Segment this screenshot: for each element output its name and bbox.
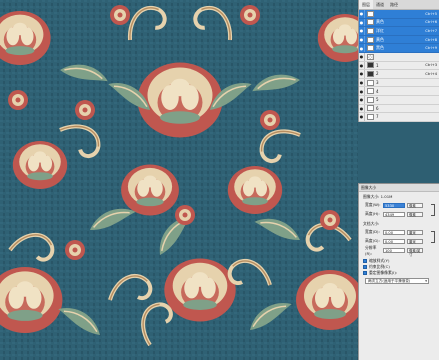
pixel-height-label: 高度(H): (365, 211, 380, 216)
resolution-row: 分辨率(R): 100 像素/英寸 (365, 244, 423, 257)
channel-shortcut: Ctrl+9 (425, 46, 437, 51)
doc-size-label: 文档大小: (363, 221, 380, 226)
resolution-unit[interactable]: 像素/英寸 (407, 247, 423, 257)
channel-row[interactable]: ● 2 Ctrl+4 (359, 70, 439, 79)
pixel-link-icon (431, 204, 435, 216)
eye-icon[interactable]: ● (359, 10, 365, 18)
channel-row[interactable]: ● (359, 52, 439, 62)
channel-name: 黄色 (376, 36, 384, 42)
scale-styles-checkbox[interactable] (363, 259, 367, 263)
resample-checkbox[interactable] (363, 271, 367, 275)
doc-width-row: 宽度(D): 0.00 厘米 (365, 229, 423, 235)
channel-shortcut: Ctrl+7 (425, 28, 437, 33)
eye-icon[interactable]: ● (359, 61, 365, 70)
doc-height-label: 高度(G): (365, 238, 380, 243)
doc-width-input[interactable]: 0.00 (383, 229, 405, 235)
channel-row[interactable]: ● 7 (359, 113, 439, 122)
channel-thumbnail (367, 53, 374, 60)
channel-thumbnail (367, 113, 374, 120)
channel-name: 黑色 (376, 45, 384, 51)
channels-panel: 图层 通道 路径 ● Ctrl+5 ● 黄色 Ctrl+6 ● 洋红 Ctrl+7 ● 黄色 Ctr… (358, 0, 439, 122)
channel-name: 7 (376, 114, 379, 120)
doc-width-label: 宽度(D): (365, 229, 380, 234)
channel-name: 4 (376, 88, 379, 94)
channel-row[interactable]: ● 黄色 Ctrl+6 (359, 18, 439, 28)
doc-height-row: 高度(G): 0.00 厘米 (365, 238, 423, 244)
channel-name: 洋红 (376, 27, 384, 33)
channel-thumbnail (367, 36, 374, 43)
doc-link-icon (431, 231, 435, 243)
channel-list: ● Ctrl+5 ● 黄色 Ctrl+6 ● 洋红 Ctrl+7 ● 黄色 Ctrl+8 ● 黑色 Ctr… (359, 10, 439, 122)
channel-thumbnail (367, 96, 374, 103)
channel-shortcut: Ctrl+4 (425, 71, 437, 76)
tab-layers[interactable]: 图层 (359, 0, 373, 9)
channel-thumbnail (367, 62, 374, 69)
pixel-width-row: 宽度(W): 5330 像素 (365, 202, 423, 208)
resample-method-value: 两次立方(适用于平滑渐变) (368, 279, 411, 283)
channel-thumbnail (367, 19, 374, 26)
eye-icon[interactable]: ● (359, 44, 365, 52)
channel-name: 1 (376, 62, 379, 68)
channel-name: 黄色 (376, 19, 384, 25)
channel-shortcut: Ctrl+5 (425, 11, 437, 16)
eye-icon[interactable]: ● (359, 18, 365, 27)
channel-thumbnail (367, 70, 374, 77)
channel-thumbnail (367, 27, 374, 34)
document-canvas[interactable] (0, 0, 358, 360)
image-size-dialog: 图像大小 图像大小: 1.01M 宽度(W): 5330 像素 高度(H): 4… (358, 183, 439, 360)
tab-channels[interactable]: 通道 (373, 0, 387, 9)
constrain-checkbox[interactable] (363, 265, 367, 269)
channel-thumbnail (367, 88, 374, 95)
channel-name: 3 (376, 80, 379, 86)
dialog-title: 图像大小 (359, 184, 439, 192)
eye-icon[interactable]: ● (359, 95, 365, 104)
tab-paths[interactable]: 路径 (387, 0, 401, 9)
eye-icon[interactable]: ● (359, 70, 365, 78)
channel-row[interactable]: ● 4 (359, 87, 439, 96)
channel-thumbnail (367, 10, 374, 17)
eye-icon[interactable]: ● (359, 52, 365, 61)
channel-thumbnail (367, 79, 374, 86)
channel-row[interactable]: ● Ctrl+5 (359, 10, 439, 19)
channel-name: 2 (376, 71, 379, 77)
pixel-height-unit[interactable]: 像素 (407, 211, 423, 217)
pixel-height-input[interactable]: 4349 (383, 211, 405, 217)
channel-thumbnail (367, 105, 374, 112)
channel-row[interactable]: ● 1 Ctrl+3 (359, 61, 439, 71)
pixel-width-unit[interactable]: 像素 (407, 202, 423, 208)
eye-icon[interactable]: ● (359, 87, 365, 95)
channel-name: 6 (376, 105, 379, 111)
eye-icon[interactable]: ● (359, 35, 365, 44)
channel-shortcut: Ctrl+3 (425, 63, 437, 68)
panel-tabs: 图层 通道 路径 (359, 0, 439, 10)
pixel-width-label: 宽度(W): (365, 202, 381, 207)
channel-shortcut: Ctrl+8 (425, 37, 437, 42)
chevron-down-icon: ▾ (425, 279, 427, 283)
size-line: 图像大小: 1.01M (363, 194, 393, 199)
resolution-label: 分辨率(R): (365, 244, 377, 256)
resample-label: 重定图像像素(I): (369, 270, 398, 275)
channel-row[interactable]: ● 黄色 Ctrl+8 (359, 35, 439, 45)
pixel-height-row: 高度(H): 4349 像素 (365, 211, 423, 217)
doc-height-unit[interactable]: 厘米 (407, 238, 423, 244)
channel-row[interactable]: ● 洋红 Ctrl+7 (359, 27, 439, 36)
eye-icon[interactable]: ● (359, 104, 365, 113)
damask-pattern-image (0, 0, 358, 360)
resolution-input[interactable]: 100 (383, 247, 405, 253)
channel-shortcut: Ctrl+6 (425, 20, 437, 25)
resample-method-select[interactable]: 两次立方(适用于平滑渐变) ▾ (365, 278, 429, 284)
pixel-width-input[interactable]: 5330 (383, 202, 405, 208)
resample-row[interactable]: 重定图像像素(I): (363, 270, 397, 276)
channel-row[interactable]: ● 6 (359, 104, 439, 114)
eye-icon[interactable]: ● (359, 78, 365, 87)
channel-row[interactable]: ● 5 (359, 95, 439, 105)
channel-row[interactable]: ● 3 (359, 78, 439, 88)
channel-row[interactable]: ● 黑色 Ctrl+9 (359, 44, 439, 53)
doc-height-input[interactable]: 0.00 (383, 238, 405, 244)
channel-thumbnail (367, 45, 374, 52)
channel-name: 5 (376, 97, 379, 103)
eye-icon[interactable]: ● (359, 113, 365, 121)
doc-width-unit[interactable]: 厘米 (407, 229, 423, 235)
eye-icon[interactable]: ● (359, 27, 365, 35)
